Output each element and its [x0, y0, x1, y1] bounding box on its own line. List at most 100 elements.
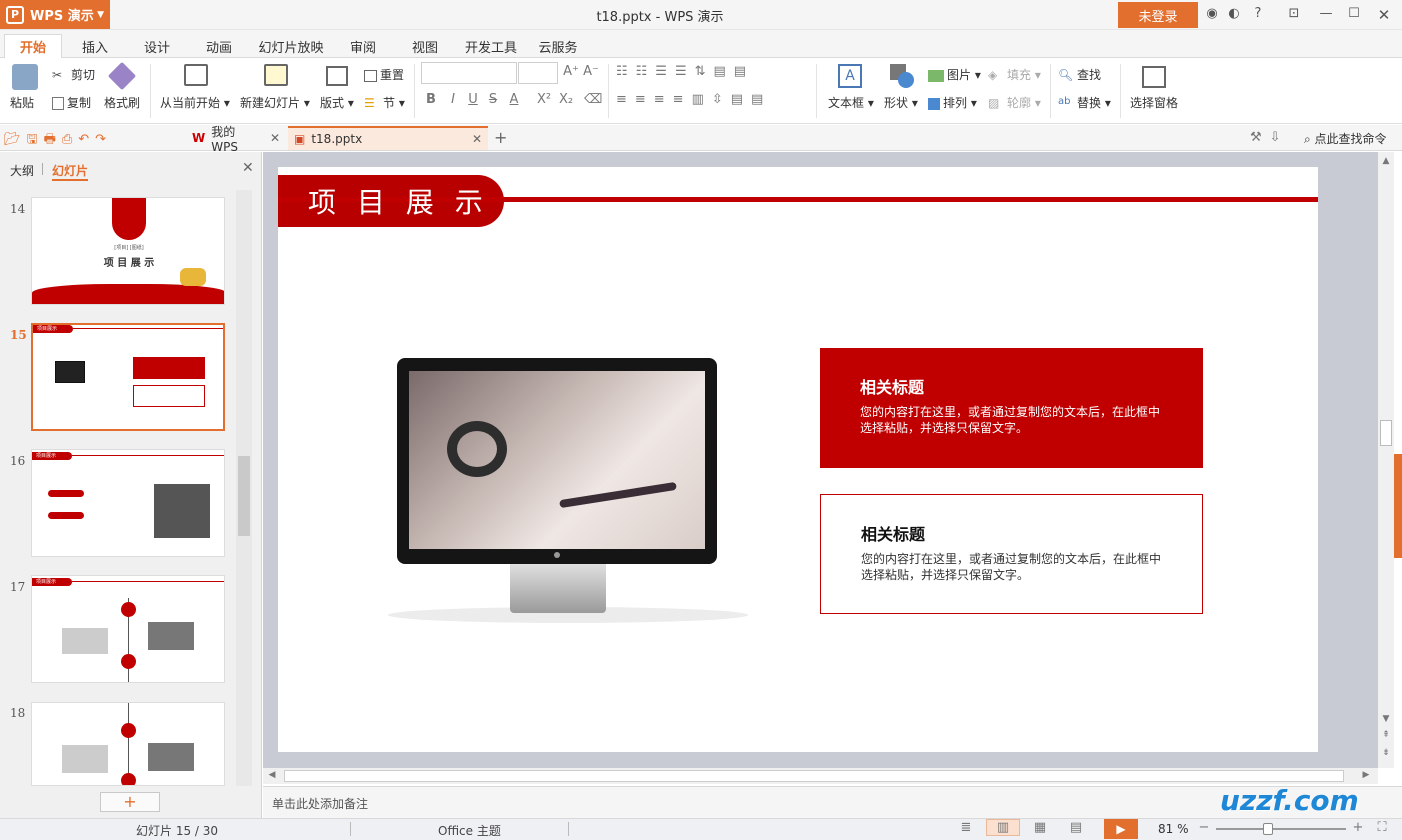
- doc-tab-t18[interactable]: ▣ t18.pptx ✕: [288, 126, 488, 150]
- app-menu-button[interactable]: P WPS 演示 ▼: [0, 0, 110, 29]
- section-button[interactable]: ☰ 节 ▾: [364, 94, 405, 112]
- paragraph-tools-row2[interactable]: ≡≡≡≡▥⇳▤▤: [616, 92, 806, 107]
- quick-access-icons[interactable]: 📂︎🖫🖶⎙↶↷: [4, 130, 154, 152]
- scroll-right-icon[interactable]: ▶: [1358, 770, 1374, 780]
- quick-right-icons[interactable]: ⚒⇩: [1250, 130, 1294, 145]
- scroll-up-icon[interactable]: ▲: [1378, 156, 1394, 166]
- slide-title[interactable]: 项 目 展 示: [308, 181, 489, 221]
- outlined-textbox[interactable]: 相关标题 您的内容打在这里，或者通过复制您的文本后，在此框中选择粘贴，并选择只保…: [820, 494, 1203, 614]
- add-slide-button[interactable]: +: [100, 792, 160, 812]
- slide-thumbnail-18[interactable]: [31, 702, 225, 786]
- prev-slide-icon[interactable]: ⇞: [1378, 730, 1394, 740]
- font-grow-button[interactable]: A⁺: [562, 64, 580, 79]
- cut-button[interactable]: ✂ 剪切: [52, 66, 95, 84]
- selection-pane-icon[interactable]: [1142, 66, 1166, 88]
- close-icon[interactable]: ✕: [472, 132, 482, 146]
- font-size-select[interactable]: [518, 62, 558, 84]
- slide-thumbnail-14[interactable]: [项目] [图纸] 项 目 展 示: [31, 197, 225, 305]
- slide-15[interactable]: 项 目 展 示 相关标题 您的内容打在这里，或者通过复制您的文本后，在此框中选择…: [278, 167, 1318, 752]
- share-icon[interactable]: ◐: [1224, 6, 1244, 24]
- font-shrink-button[interactable]: A⁻: [582, 64, 600, 79]
- find-command-box[interactable]: ⌕ 点此查找命令: [1304, 130, 1387, 147]
- close-icon[interactable]: ✕: [1374, 6, 1394, 24]
- find-button[interactable]: 🔍︎ 查找: [1058, 66, 1101, 84]
- paste-icon[interactable]: [12, 64, 38, 90]
- shield-icon[interactable]: ◉: [1202, 6, 1222, 24]
- normal-view-button[interactable]: ▥: [986, 819, 1020, 836]
- tab-outline[interactable]: 大纲: [10, 162, 34, 179]
- chevron-down-icon: ▼: [97, 9, 104, 20]
- tab-animation[interactable]: 动画: [192, 34, 246, 58]
- outline-button[interactable]: ▨ 轮廓 ▾: [988, 94, 1041, 112]
- tab-cloud[interactable]: 云服务: [530, 34, 586, 58]
- play-from-current-icon[interactable]: [184, 64, 208, 86]
- reading-view-button[interactable]: ▤: [1064, 820, 1088, 835]
- italic-button[interactable]: I: [446, 92, 460, 107]
- from-current-button[interactable]: 从当前开始 ▾: [160, 94, 230, 111]
- login-button[interactable]: 未登录: [1118, 2, 1198, 28]
- layout-button[interactable]: 版式 ▾: [320, 94, 354, 111]
- tab-view[interactable]: 视图: [398, 34, 452, 58]
- replace-button[interactable]: ab 替换 ▾: [1058, 94, 1111, 112]
- help-icon[interactable]: ?: [1248, 6, 1268, 24]
- close-pane-icon[interactable]: ✕: [242, 160, 254, 176]
- copy-button[interactable]: 复制: [52, 94, 91, 111]
- tab-developer[interactable]: 开发工具: [460, 34, 522, 58]
- zoom-slider-thumb[interactable]: [1263, 823, 1273, 835]
- scroll-down-icon[interactable]: ▼: [1378, 714, 1394, 724]
- minimize-icon[interactable]: —: [1316, 6, 1336, 24]
- arrange-button[interactable]: 排列 ▾: [928, 94, 977, 111]
- zoom-out-button[interactable]: −: [1198, 820, 1210, 835]
- notes-placeholder[interactable]: 单击此处添加备注: [272, 795, 368, 812]
- selection-pane-button[interactable]: 选择窗格: [1130, 94, 1178, 111]
- new-tab-button[interactable]: +: [494, 128, 507, 147]
- slide-thumbnail-17[interactable]: 项目展示: [31, 575, 225, 683]
- next-slide-icon[interactable]: ⇟: [1378, 748, 1394, 758]
- sorter-view-button[interactable]: ▦: [1028, 820, 1052, 835]
- fill-button[interactable]: ◈ 填充 ▾: [988, 66, 1041, 84]
- reset-button[interactable]: 重置: [364, 66, 404, 83]
- tab-review[interactable]: 审阅: [336, 34, 390, 58]
- box-body: 您的内容打在这里，或者通过复制您的文本后，在此框中选择粘贴，并选择只保留文字。: [860, 405, 1161, 435]
- strike-button[interactable]: S: [486, 92, 500, 107]
- subscript-button[interactable]: X₂: [556, 92, 576, 107]
- new-slide-button[interactable]: 新建幻灯片 ▾: [240, 94, 310, 111]
- bold-button[interactable]: B: [424, 92, 438, 107]
- my-wps-tab[interactable]: W 我的WPS ✕: [186, 125, 286, 154]
- scroll-thumb[interactable]: [284, 770, 1344, 782]
- picture-button[interactable]: 图片 ▾: [928, 66, 981, 83]
- layout-icon[interactable]: [326, 66, 348, 86]
- play-slideshow-button[interactable]: ▶: [1104, 819, 1138, 839]
- superscript-button[interactable]: X²: [534, 92, 554, 107]
- paste-button[interactable]: 粘贴: [10, 94, 34, 111]
- slide-thumbnail-16[interactable]: 项目展示: [31, 449, 225, 557]
- clear-format-icon[interactable]: ⌫: [584, 92, 602, 107]
- scroll-left-icon[interactable]: ◀: [264, 770, 280, 780]
- side-panel-toggle[interactable]: [1394, 454, 1402, 558]
- laptop-photo[interactable]: [409, 371, 705, 549]
- maximize-icon[interactable]: ☐: [1344, 6, 1364, 24]
- slide-thumbnail-15[interactable]: 项目展示: [31, 323, 225, 431]
- textbox-icon[interactable]: A: [838, 64, 862, 88]
- tab-design[interactable]: 设计: [130, 34, 184, 58]
- new-slide-icon[interactable]: [264, 64, 288, 86]
- skin-icon[interactable]: ⊡: [1284, 6, 1304, 24]
- font-color-button[interactable]: A: [506, 92, 522, 107]
- tab-insert[interactable]: 插入: [68, 34, 122, 58]
- zoom-slider[interactable]: [1216, 828, 1346, 830]
- paragraph-tools-row1[interactable]: ☷☷☰☰⇅▤▤: [616, 64, 806, 79]
- notes-toggle-icon[interactable]: ≣: [956, 820, 976, 835]
- scroll-thumb[interactable]: [238, 456, 250, 536]
- red-textbox[interactable]: 相关标题 您的内容打在这里，或者通过复制您的文本后，在此框中选择粘贴，并选择只保…: [820, 348, 1203, 468]
- format-painter-button[interactable]: 格式刷: [104, 94, 140, 111]
- shape-button[interactable]: 形状 ▾: [884, 94, 918, 111]
- tab-home[interactable]: 开始: [4, 34, 62, 58]
- font-name-select[interactable]: [421, 62, 517, 84]
- tab-slides[interactable]: 幻灯片: [52, 162, 89, 181]
- scroll-thumb[interactable]: [1380, 420, 1392, 446]
- textbox-button[interactable]: 文本框 ▾: [828, 94, 874, 111]
- tab-slideshow[interactable]: 幻灯片放映: [254, 34, 328, 58]
- close-icon[interactable]: ✕: [270, 131, 280, 145]
- canvas-vertical-scrollbar[interactable]: [1378, 152, 1394, 768]
- underline-button[interactable]: U: [466, 92, 480, 107]
